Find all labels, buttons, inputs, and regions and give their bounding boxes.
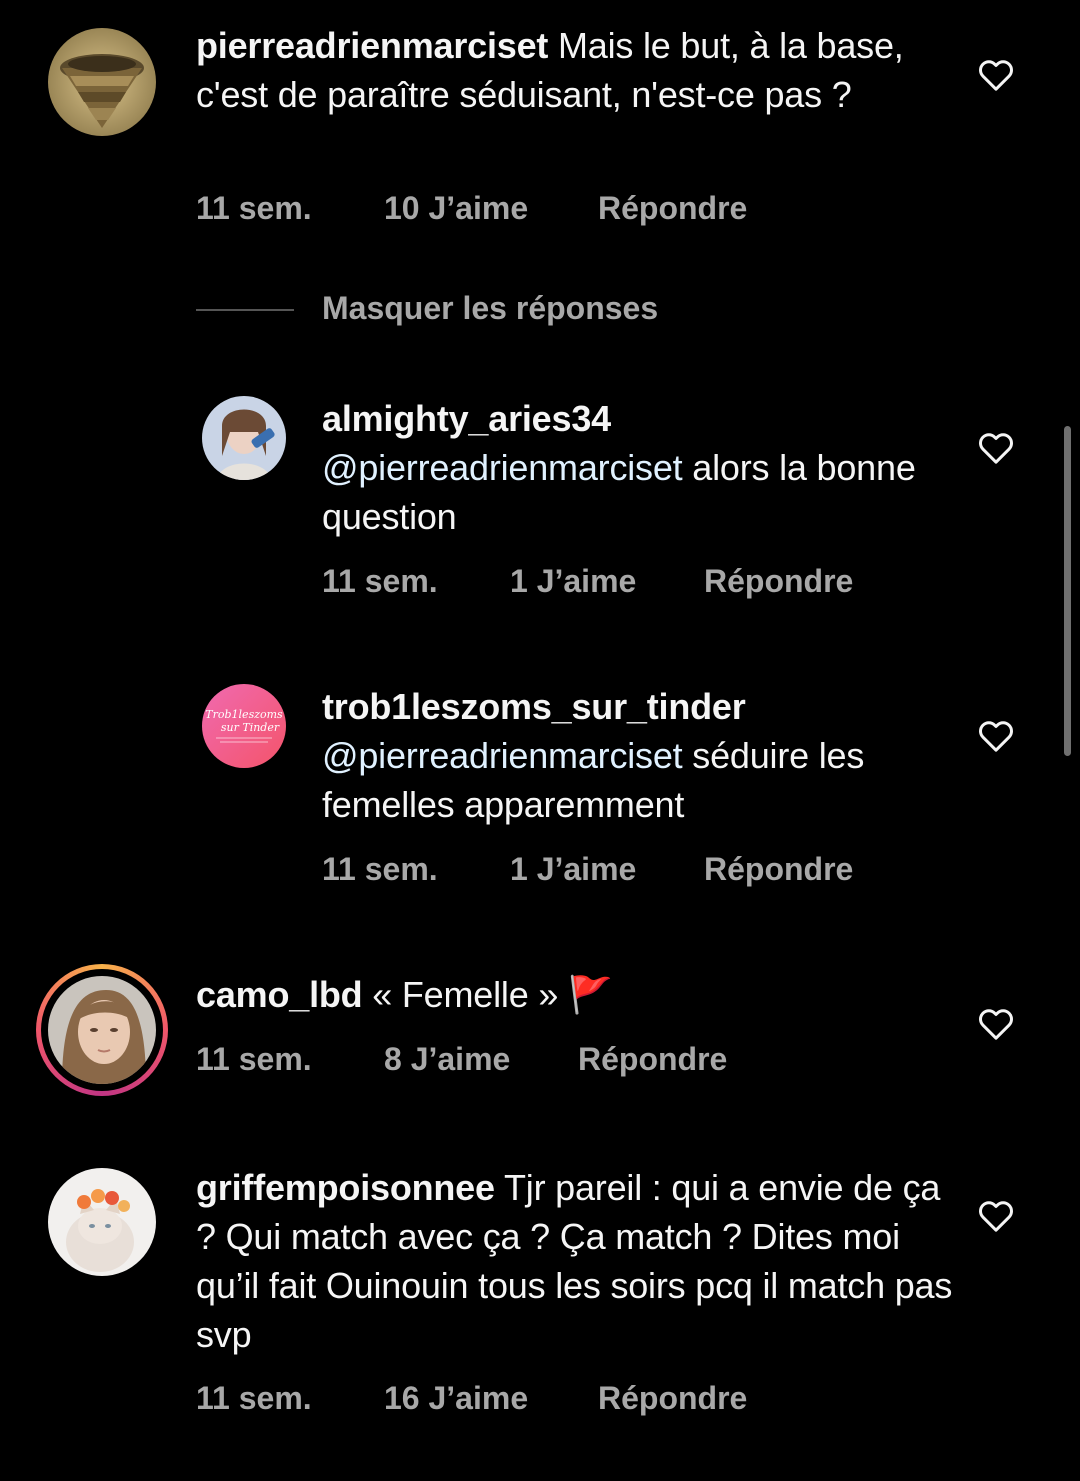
likes-count[interactable]: 1 J’aime (510, 851, 636, 888)
heart-icon[interactable] (976, 1196, 1016, 1236)
timestamp: 11 sem. (196, 1041, 312, 1077)
username[interactable]: pierreadrienmarciset (196, 25, 548, 66)
avatar[interactable] (48, 976, 156, 1084)
avatar[interactable]: Trob1leszoms sur Tinder (202, 684, 286, 768)
likes-count[interactable]: 10 J’aime (384, 190, 528, 227)
divider-line (196, 309, 294, 311)
timestamp: 11 sem. (322, 563, 438, 599)
timestamp: 11 sem. (196, 1380, 312, 1416)
hide-replies-label[interactable]: Masquer les réponses (322, 290, 658, 327)
scrollbar[interactable] (1064, 426, 1071, 756)
comment-meta: 11 sem. 16 J’aime Répondre (196, 1380, 747, 1417)
avatar[interactable] (202, 396, 286, 480)
comment-meta: 11 sem. 10 J’aime Répondre (196, 190, 747, 227)
avatar[interactable] (48, 28, 156, 136)
comment-text: trob1leszoms_sur_tinder @pierreadrienmar… (322, 682, 942, 829)
comment-text: pierreadrienmarciset Mais le but, à la b… (196, 21, 956, 119)
comment-text: griffempoisonnee Tjr pareil : qui a envi… (196, 1163, 956, 1359)
mention-link[interactable]: @pierreadrienmarciset (322, 735, 683, 776)
reply-button[interactable]: Répondre (598, 1380, 747, 1417)
mention-link[interactable]: @pierreadrienmarciset (322, 447, 683, 488)
heart-icon[interactable] (976, 428, 1016, 468)
comment-meta: 11 sem. 1 J’aime Répondre (322, 851, 853, 888)
timestamp: 11 sem. (196, 190, 312, 226)
avatar-logo-text: Trob1leszoms (205, 708, 283, 721)
reply-button[interactable]: Répondre (704, 563, 853, 600)
timestamp: 11 sem. (322, 851, 438, 887)
reply-button[interactable]: Répondre (598, 190, 747, 227)
heart-icon[interactable] (976, 716, 1016, 756)
likes-count[interactable]: 16 J’aime (384, 1380, 528, 1417)
username[interactable]: camo_lbd (196, 974, 363, 1015)
username[interactable]: trob1leszoms_sur_tinder (322, 686, 746, 727)
likes-count[interactable]: 1 J’aime (510, 563, 636, 600)
username[interactable]: griffempoisonnee (196, 1167, 495, 1208)
username[interactable]: almighty_aries34 (322, 398, 611, 439)
likes-count[interactable]: 8 J’aime (384, 1041, 510, 1078)
comment-text: camo_lbd « Femelle » 🚩 (196, 970, 956, 1019)
heart-icon[interactable] (976, 55, 1016, 95)
comment-body: « Femelle » 🚩 (362, 974, 613, 1015)
avatar[interactable] (48, 1168, 156, 1276)
reply-button[interactable]: Répondre (578, 1041, 727, 1078)
comment-text: almighty_aries34 @pierreadrienmarciset a… (322, 394, 942, 541)
heart-icon[interactable] (976, 1004, 1016, 1044)
reply-button[interactable]: Répondre (704, 851, 853, 888)
svg-text:sur Tinder: sur Tinder (221, 721, 280, 734)
comment-meta: 11 sem. 8 J’aime Répondre (196, 1041, 727, 1078)
comment-meta: 11 sem. 1 J’aime Répondre (322, 563, 853, 600)
